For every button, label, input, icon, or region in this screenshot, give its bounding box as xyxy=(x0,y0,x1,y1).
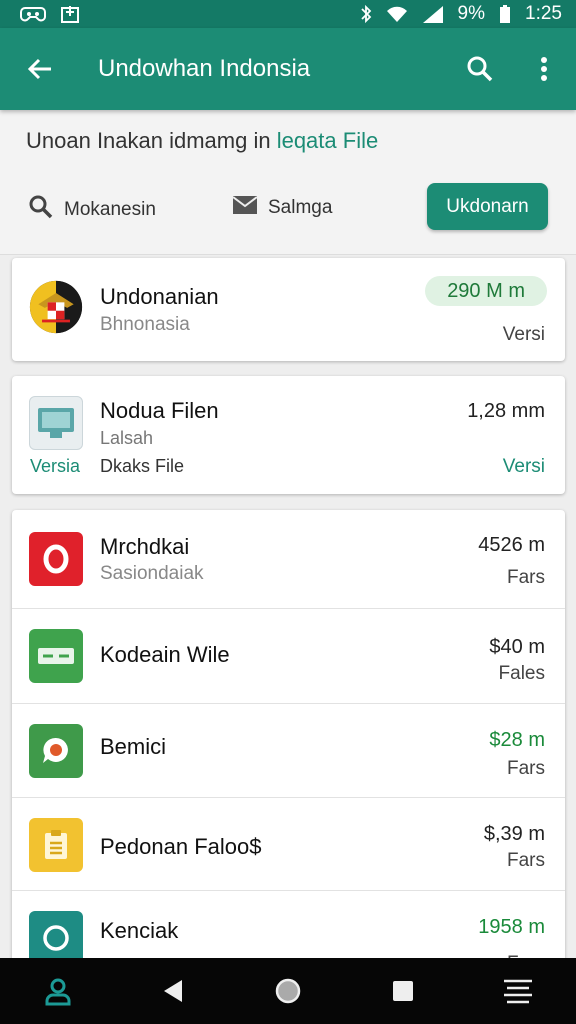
search-icon[interactable] xyxy=(458,47,502,91)
gallery-icon xyxy=(60,4,80,24)
profile-icon[interactable] xyxy=(26,966,90,1016)
circle-ring-icon xyxy=(29,911,83,965)
wifi-icon xyxy=(386,5,408,23)
filter-mail-label: Salmga xyxy=(268,197,333,218)
recents-square-icon[interactable] xyxy=(371,966,435,1016)
item-size: 290 M m xyxy=(425,276,547,306)
mail-icon xyxy=(232,194,258,222)
battery-icon xyxy=(499,4,511,24)
garuda-emblem-icon xyxy=(29,280,83,334)
app-title: Undowhan Indonsia xyxy=(98,55,311,82)
item-size: 1958 m xyxy=(478,916,545,938)
chat-bubble-icon xyxy=(29,724,83,778)
signal-icon xyxy=(422,5,444,23)
list-item[interactable]: Pedonan Faloo$ $,39 m Fars xyxy=(12,798,565,890)
computer-folder-icon xyxy=(29,396,83,450)
item-size: $40 m xyxy=(489,636,545,658)
bluetooth-icon xyxy=(360,4,372,24)
item-size: $,39 m xyxy=(483,823,545,845)
item-name: Undonanian xyxy=(100,284,219,309)
list-item[interactable]: Mrchdkai Sasiondaiak 4526 m Fars xyxy=(12,510,565,608)
item-meta: Versi xyxy=(502,456,545,477)
status-bar: 9% 1:25 xyxy=(0,0,576,28)
filter-mail[interactable]: Salmga xyxy=(232,194,332,222)
back-triangle-icon[interactable] xyxy=(141,966,205,1016)
item-name: Kenciak xyxy=(100,918,179,943)
item-meta: Versi xyxy=(502,324,545,345)
search-icon xyxy=(28,194,54,226)
item-name: Bemici xyxy=(100,734,167,759)
game-controller-icon xyxy=(20,4,46,24)
item-meta: Fales xyxy=(498,663,545,684)
clipboard-icon xyxy=(29,818,83,872)
clock: 1:25 xyxy=(525,3,562,24)
item-name: Nodua Filen xyxy=(100,398,219,423)
page-subtitle: Unoan Inakan idmamg in leqata File xyxy=(26,128,379,153)
battery-level: 9% xyxy=(457,3,486,24)
featured-card[interactable]: Nodua Filen Lalsah Dkaks File Versia 1,2… xyxy=(12,376,565,494)
item-subtitle: Sasiondaiak xyxy=(100,563,204,584)
item-size: 1,28 mm xyxy=(467,400,545,422)
filter-search[interactable]: Mokanesin xyxy=(28,194,156,226)
menu-lines-icon[interactable] xyxy=(486,966,550,1016)
item-size: 4526 m xyxy=(478,534,545,556)
item-name: Mrchdkai xyxy=(100,534,190,559)
version-tag: Versia xyxy=(30,456,81,476)
nav-bar xyxy=(0,958,576,1024)
item-meta: Fars xyxy=(507,850,545,871)
download-button[interactable]: Ukdonarn xyxy=(427,183,548,230)
item-meta: Fars xyxy=(507,758,545,779)
item-subtitle: Bhnonasia xyxy=(100,314,190,335)
item-name: Kodeain Wile xyxy=(100,642,230,667)
opera-icon xyxy=(29,532,83,586)
more-vert-icon[interactable] xyxy=(522,47,566,91)
item-subtitle: Lalsah xyxy=(100,428,154,448)
list-item[interactable]: Kodeain Wile $40 m Fales xyxy=(12,609,565,703)
file-list: Mrchdkai Sasiondaiak 4526 m Fars Kodeain… xyxy=(12,510,565,970)
home-circle-icon[interactable] xyxy=(256,966,320,1016)
item-size: $28 m xyxy=(489,729,545,751)
item-meta: Fars xyxy=(507,567,545,588)
card-icon xyxy=(29,629,83,683)
back-arrow-icon[interactable] xyxy=(20,49,60,89)
featured-card[interactable]: Undonanian Bhnonasia 290 M m Versi xyxy=(12,258,565,361)
app-bar: Undowhan Indonsia xyxy=(0,28,576,110)
list-item[interactable]: Bemici $28 m Fars xyxy=(12,704,565,797)
filter-search-label: Mokanesin xyxy=(64,199,156,220)
item-detail: Dkaks File xyxy=(100,456,185,476)
item-name: Pedonan Faloo$ xyxy=(100,834,262,859)
